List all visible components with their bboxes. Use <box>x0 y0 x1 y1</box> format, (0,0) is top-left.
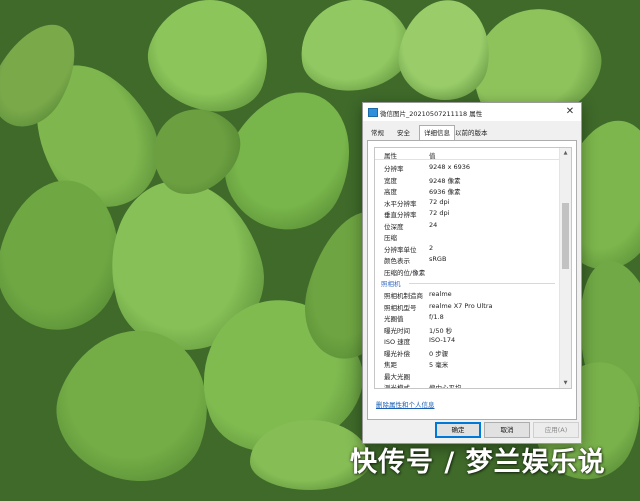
tab-previous-versions[interactable]: 以前的版本 <box>451 127 492 139</box>
property-name: 压缩的位/像素 <box>384 268 426 277</box>
property-value: 9248 x 6936 <box>429 163 471 171</box>
apply-button[interactable]: 应用(A) <box>533 422 579 438</box>
list-item[interactable]: 焦距 5 毫米 <box>375 357 559 369</box>
property-value: f/1.8 <box>429 313 444 321</box>
list-item[interactable]: 压缩的位/像素 <box>375 265 559 277</box>
property-value: realme X7 Pro Ultra <box>429 301 493 310</box>
property-value: 24 <box>429 220 438 229</box>
scroll-up-icon[interactable]: ▲ <box>560 148 571 158</box>
property-value: sRGB <box>429 255 447 263</box>
properties-dialog: 微信图片_20210507211118 属性 ✕ 常规 安全 详细信息 以前的版… <box>362 102 582 444</box>
property-value: 9248 像素 <box>429 176 461 185</box>
watermark-text: 快传号 / 梦兰娱乐说 <box>350 447 606 478</box>
property-value: 72 dpi <box>429 197 450 206</box>
property-name: 分辨率 <box>384 165 404 173</box>
property-name: 照相机制造商 <box>384 292 423 300</box>
list-item[interactable]: 测光模式 偏中心平均 <box>375 380 559 389</box>
list-item[interactable]: 曝光补偿 0 步骤 <box>375 346 559 358</box>
tab-details[interactable]: 详细信息 <box>419 125 455 141</box>
property-value: 72 dpi <box>429 209 450 217</box>
section-title: 照相机 <box>381 280 401 288</box>
property-name: 垂直分辨率 <box>384 211 417 219</box>
property-value: 1/50 秒 <box>429 326 453 335</box>
list-item[interactable]: 压缩 <box>375 230 559 242</box>
property-name: 水平分辨率 <box>384 199 417 208</box>
list-item[interactable]: 高度 6936 像素 <box>375 184 559 196</box>
list-item[interactable]: 宽度 9248 像素 <box>375 173 559 185</box>
property-name: 照相机型号 <box>384 303 417 312</box>
property-rows: 分辨率 9248 x 6936 宽度 9248 像素高度 6936 像素水平分辨率 72 … <box>375 161 559 389</box>
property-name: ISO 速度 <box>384 338 411 346</box>
list-item[interactable]: 曝光时间 1/50 秒 <box>375 323 559 335</box>
property-name: 光圈值 <box>384 315 404 323</box>
remove-properties-link[interactable]: 删除属性和个人信息 <box>376 399 435 409</box>
property-name: 曝光补偿 <box>384 349 410 358</box>
list-item[interactable]: ISO 速度 ISO-174 <box>375 334 559 346</box>
list-item[interactable]: 位深度 24 <box>375 219 559 231</box>
property-value: realme <box>429 290 452 298</box>
scroll-thumb[interactable] <box>562 203 569 269</box>
vertical-scrollbar[interactable]: ▲ ▼ <box>559 148 571 388</box>
list-item[interactable]: 最大光圈 <box>375 369 559 381</box>
ok-button[interactable]: 确定 <box>435 422 481 438</box>
property-value: 0 步骤 <box>429 349 449 358</box>
tab-general[interactable]: 常规 <box>367 127 388 139</box>
property-value: 2 <box>429 243 434 252</box>
property-name: 测光模式 <box>384 384 410 389</box>
property-name: 曝光时间 <box>384 326 410 335</box>
list-item[interactable]: 垂直分辨率 72 dpi <box>375 207 559 219</box>
image-file-icon <box>368 108 378 117</box>
property-name: 宽度 <box>384 176 397 185</box>
property-name: 高度 <box>384 188 397 196</box>
window-title: 微信图片_20210507211118 属性 <box>380 110 483 118</box>
list-item[interactable]: 光圈值 f/1.8 <box>375 311 559 323</box>
section-header-camera: 照相机 <box>375 276 559 288</box>
property-value: 6936 像素 <box>429 188 461 196</box>
property-name: 分辨率单位 <box>384 245 417 254</box>
list-item[interactable]: 分辨率单位 2 <box>375 242 559 254</box>
column-header-property[interactable]: 属性 <box>384 150 397 160</box>
details-panel: 属性 值 分辨率 9248 x 6936 宽度 9248 像素 高度 6936 像素 水平分… <box>367 140 577 420</box>
list-item[interactable]: 照相机型号 realme X7 Pro Ultra <box>375 300 559 312</box>
property-value: ISO-174 <box>429 336 456 344</box>
column-header-value[interactable]: 值 <box>429 150 436 160</box>
list-item[interactable]: 照相机制造商 realme <box>375 288 559 300</box>
title-bar[interactable]: 微信图片_20210507211118 属性 ✕ <box>363 103 581 121</box>
section-divider <box>409 283 555 284</box>
tab-security[interactable]: 安全 <box>393 127 414 139</box>
property-name: 压缩 <box>384 234 397 242</box>
property-list[interactable]: 属性 值 分辨率 9248 x 6936 宽度 9248 像素 高度 6936 像素 水平分… <box>374 147 572 389</box>
property-value: 5 毫米 <box>429 361 449 369</box>
list-item[interactable]: 水平分辨率 72 dpi <box>375 196 559 208</box>
close-icon[interactable]: ✕ <box>563 105 577 119</box>
property-name: 位深度 <box>384 222 404 231</box>
scroll-down-icon[interactable]: ▼ <box>560 378 571 388</box>
list-header: 属性 值 <box>375 148 559 160</box>
property-name: 最大光圈 <box>384 372 410 381</box>
list-item[interactable]: 颜色表示 sRGB <box>375 253 559 265</box>
list-item[interactable]: 分辨率 9248 x 6936 <box>375 161 559 173</box>
property-name: 颜色表示 <box>384 257 410 265</box>
property-value: 偏中心平均 <box>429 384 462 389</box>
cancel-button[interactable]: 取消 <box>484 422 530 438</box>
property-name: 焦距 <box>384 361 397 369</box>
